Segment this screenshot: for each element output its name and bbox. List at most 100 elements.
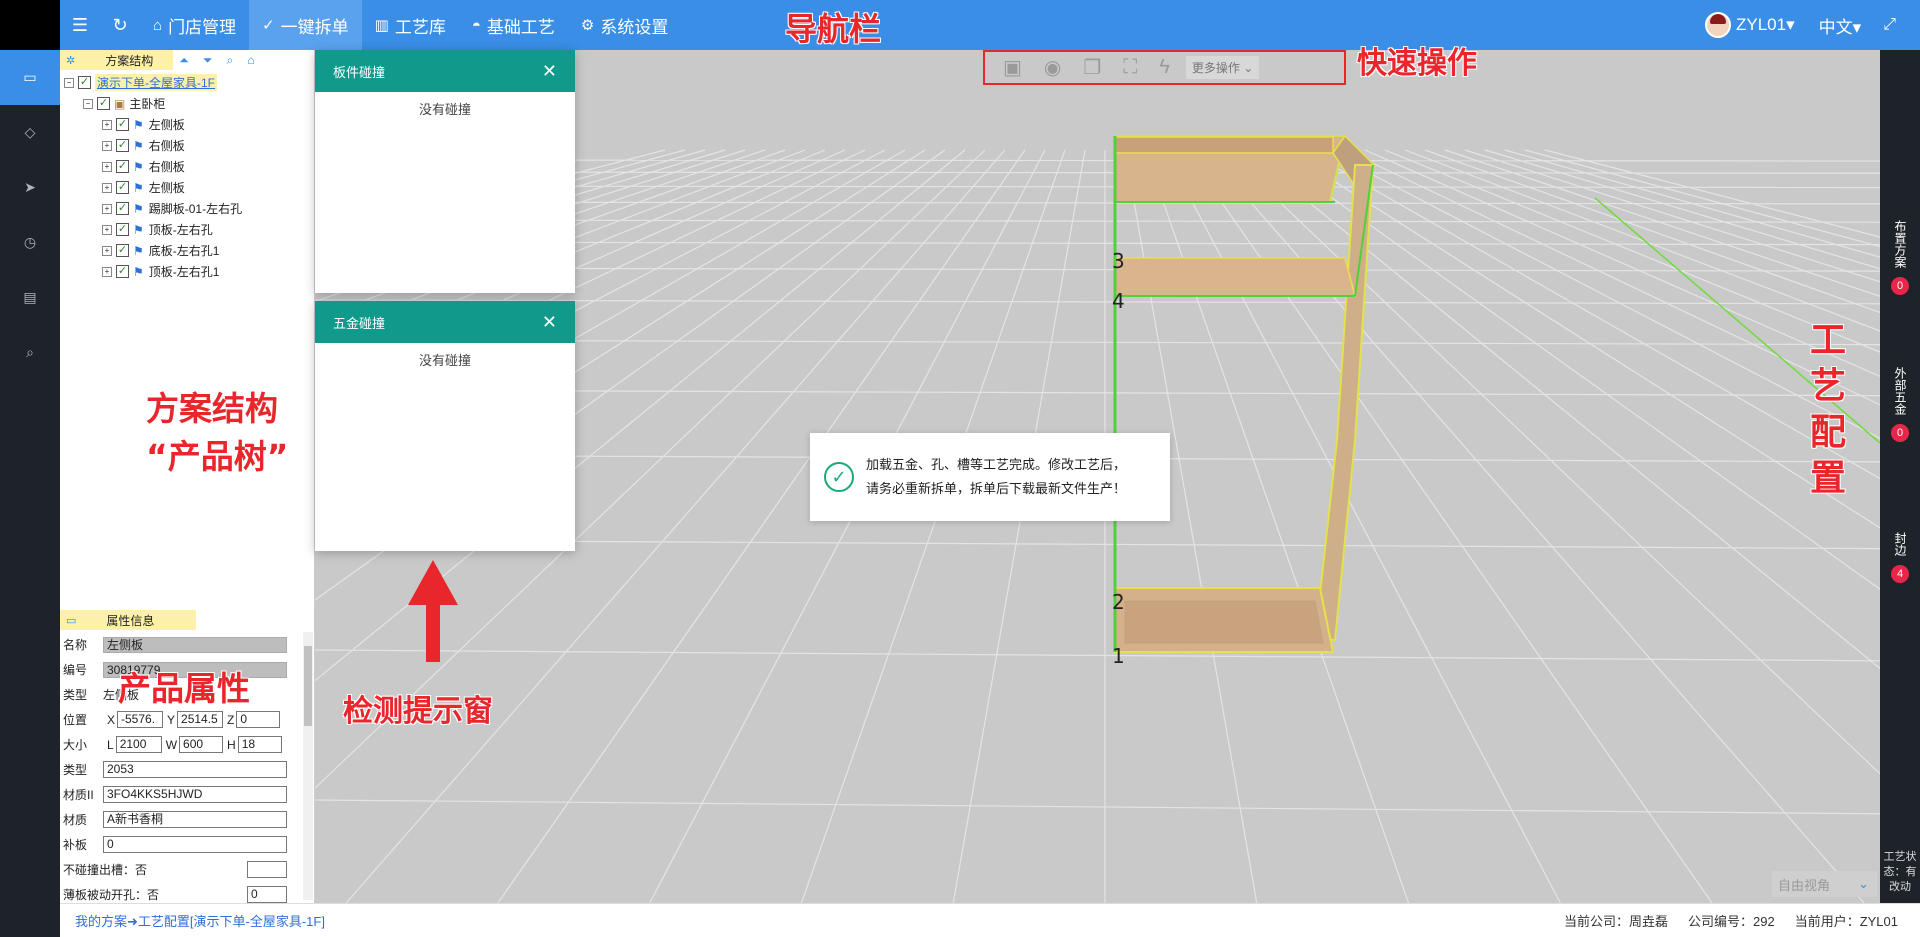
rail-diamond-icon[interactable]: ◇ bbox=[0, 105, 60, 160]
box-icon[interactable]: ▣ bbox=[1003, 55, 1022, 80]
fit-screen-icon[interactable]: ⛶ bbox=[1123, 56, 1137, 79]
nav-craft-library[interactable]: ▥ 工艺库 bbox=[362, 0, 459, 50]
user-menu[interactable]: ZYL01 ▾ bbox=[1705, 12, 1795, 38]
count-badge: 0 bbox=[1891, 424, 1909, 442]
expand-all-icon[interactable]: ⏶ bbox=[179, 53, 189, 68]
position-z-input[interactable]: 0 bbox=[236, 711, 281, 728]
size-h-input[interactable]: 18 bbox=[237, 736, 282, 753]
caret-down-icon: ▾ bbox=[1786, 15, 1795, 34]
checkbox[interactable]: ✓ bbox=[116, 181, 129, 194]
layout-plan-tab[interactable]: 布置方案 0 bbox=[1880, 220, 1920, 295]
collapse-all-icon[interactable]: ⏷ bbox=[203, 53, 213, 68]
logo-area bbox=[0, 0, 60, 50]
flag-icon: ⚑ bbox=[133, 180, 144, 195]
nocollide-input[interactable] bbox=[247, 861, 287, 878]
rail-send-icon[interactable]: ➤ bbox=[0, 160, 60, 215]
nav-store-management[interactable]: ⌂ 门店管理 bbox=[140, 0, 249, 50]
collapse-icon[interactable]: − bbox=[83, 98, 93, 109]
popup-title: 五金碰撞 bbox=[333, 315, 386, 331]
home-icon: ⌂ bbox=[153, 16, 163, 34]
size-w-input[interactable]: 600 bbox=[179, 736, 224, 753]
fullscreen-icon[interactable]: ⤢ bbox=[1883, 16, 1896, 34]
thin-input[interactable]: 0 bbox=[247, 886, 287, 903]
rail-label: 外部五金 bbox=[1893, 367, 1907, 415]
checkbox[interactable]: ✓ bbox=[116, 160, 129, 173]
search-icon[interactable]: ⌕ bbox=[226, 53, 233, 68]
annotation-detect: 检测提示窗 bbox=[343, 694, 493, 729]
position-y-input[interactable]: 2514.5 bbox=[177, 711, 224, 728]
tree-item[interactable]: + ✓ ⚑ 右侧板 bbox=[64, 135, 314, 156]
rail-trash-icon[interactable]: ▤ bbox=[0, 270, 60, 325]
tree-item[interactable]: + ✓ ⚑ 顶板-左右孔 bbox=[64, 219, 314, 240]
board-collision-popup: 板件碰撞 ✕ 没有碰撞 bbox=[315, 50, 575, 293]
prop-label: 材质II bbox=[63, 788, 94, 802]
tree-item-label: 左侧板 bbox=[148, 118, 185, 132]
checkbox[interactable]: ✓ bbox=[116, 202, 129, 215]
annotation-char: 置 bbox=[1809, 458, 1846, 499]
expand-icon[interactable]: + bbox=[102, 119, 112, 130]
checkbox[interactable]: ✓ bbox=[116, 139, 129, 152]
tree-item[interactable]: + ✓ ⚑ 踢脚板-01-左右孔 bbox=[64, 198, 314, 219]
menu-toggle-icon[interactable]: ☰ bbox=[60, 15, 100, 36]
expand-icon[interactable]: + bbox=[102, 266, 112, 277]
view-mode-select[interactable]: 自由视角 ⌄ bbox=[1772, 871, 1877, 897]
refresh-icon[interactable]: ↻ bbox=[100, 15, 140, 36]
breadcrumb[interactable]: 我的方案➜工艺配置[演示下单-全屋家具-1F] bbox=[75, 911, 325, 930]
expand-icon[interactable]: + bbox=[102, 203, 112, 214]
tree-item[interactable]: + ✓ ⚑ 右侧板 bbox=[64, 156, 314, 177]
copy-icon[interactable]: ❐ bbox=[1083, 55, 1101, 80]
tree-item[interactable]: + ✓ ⚑ 顶板-左右孔1 bbox=[64, 261, 314, 282]
rail-monitor-icon[interactable]: ▭ bbox=[0, 50, 60, 105]
marker-1: 1 bbox=[1112, 644, 1125, 668]
checkbox[interactable]: ✓ bbox=[116, 118, 129, 131]
language-select[interactable]: 中文▾ bbox=[1819, 13, 1862, 38]
expand-icon[interactable]: + bbox=[102, 245, 112, 256]
collapse-icon[interactable]: − bbox=[64, 77, 74, 88]
props-scrollbar[interactable] bbox=[303, 632, 313, 900]
checkbox[interactable]: ✓ bbox=[116, 223, 129, 236]
edge-banding-tab[interactable]: 封边 4 bbox=[1880, 532, 1920, 583]
popup-body: 没有碰撞 bbox=[418, 102, 471, 117]
position-x-input[interactable]: -5576. bbox=[117, 711, 164, 728]
home-icon[interactable]: ⌂ bbox=[247, 53, 254, 68]
close-icon[interactable]: ✕ bbox=[542, 61, 557, 82]
nav-one-click-split[interactable]: ✓ 一键拆单 bbox=[249, 0, 362, 50]
patch-input[interactable]: 0 bbox=[103, 836, 287, 853]
nav-system-settings[interactable]: ⚙ 系统设置 bbox=[568, 0, 681, 50]
external-hardware-tab[interactable]: 外部五金 0 bbox=[1880, 367, 1920, 442]
rail-clock-icon[interactable]: ◷ bbox=[0, 215, 60, 270]
checkbox[interactable]: ✓ bbox=[78, 76, 91, 89]
checkbox[interactable]: ✓ bbox=[97, 97, 110, 110]
type-input[interactable]: 2053 bbox=[103, 761, 287, 778]
tree-group[interactable]: − ✓ ▣ 主卧柜 bbox=[64, 93, 314, 114]
lightning-icon[interactable]: ϟ bbox=[1159, 56, 1170, 79]
tree-item[interactable]: + ✓ ⚑ 左侧板 bbox=[64, 177, 314, 198]
expand-icon[interactable]: + bbox=[102, 182, 112, 193]
more-actions-button[interactable]: 更多操作 ⌄ bbox=[1185, 56, 1260, 79]
palette-icon: ◓ bbox=[471, 16, 481, 34]
company-info: 当前公司：周垚磊 bbox=[1563, 914, 1668, 929]
checkbox[interactable]: ✓ bbox=[116, 265, 129, 278]
rail-search-icon[interactable]: ⌕ bbox=[0, 325, 60, 380]
close-icon[interactable]: ✕ bbox=[542, 312, 557, 333]
tree-item[interactable]: + ✓ ⚑ 左侧板 bbox=[64, 114, 314, 135]
properties-panel: ▭ 属性信息 名称 左侧板 编号 30819779 类型 左侧板 位置 X -5576. … bbox=[60, 610, 315, 903]
expand-icon[interactable]: + bbox=[102, 224, 112, 235]
prop-size-row: 大小 L 2100 W 600 H 18 bbox=[63, 732, 315, 757]
tree-root[interactable]: − ✓ 演示下单-全屋家具-1F bbox=[64, 72, 314, 93]
expand-icon[interactable]: + bbox=[102, 161, 112, 172]
top-navbar: ☰ ↻ ⌂ 门店管理 ✓ 一键拆单 ▥ 工艺库 ◓ 基础工艺 ⚙ 系统设置 ZYL01 ▾ … bbox=[60, 0, 1920, 50]
expand-icon[interactable]: + bbox=[102, 140, 112, 151]
flag-icon: ⚑ bbox=[133, 222, 144, 237]
tree-root-label[interactable]: 演示下单-全屋家具-1F bbox=[95, 74, 217, 91]
target-icon[interactable]: ◉ bbox=[1044, 55, 1061, 80]
language-label: 中文 bbox=[1818, 17, 1853, 37]
checkbox[interactable]: ✓ bbox=[116, 244, 129, 257]
tree-item[interactable]: + ✓ ⚑ 底板-左右孔1 bbox=[64, 240, 314, 261]
material-input[interactable]: A新书香桐 bbox=[103, 811, 287, 828]
scrollbar-thumb[interactable] bbox=[304, 646, 312, 726]
nav-basic-craft[interactable]: ◓ 基础工艺 bbox=[459, 0, 568, 50]
size-l-input[interactable]: 2100 bbox=[115, 736, 162, 753]
annotation-char: 配 bbox=[1809, 412, 1846, 453]
material-id-input[interactable]: 3FO4KKS5HJWD bbox=[103, 786, 287, 803]
